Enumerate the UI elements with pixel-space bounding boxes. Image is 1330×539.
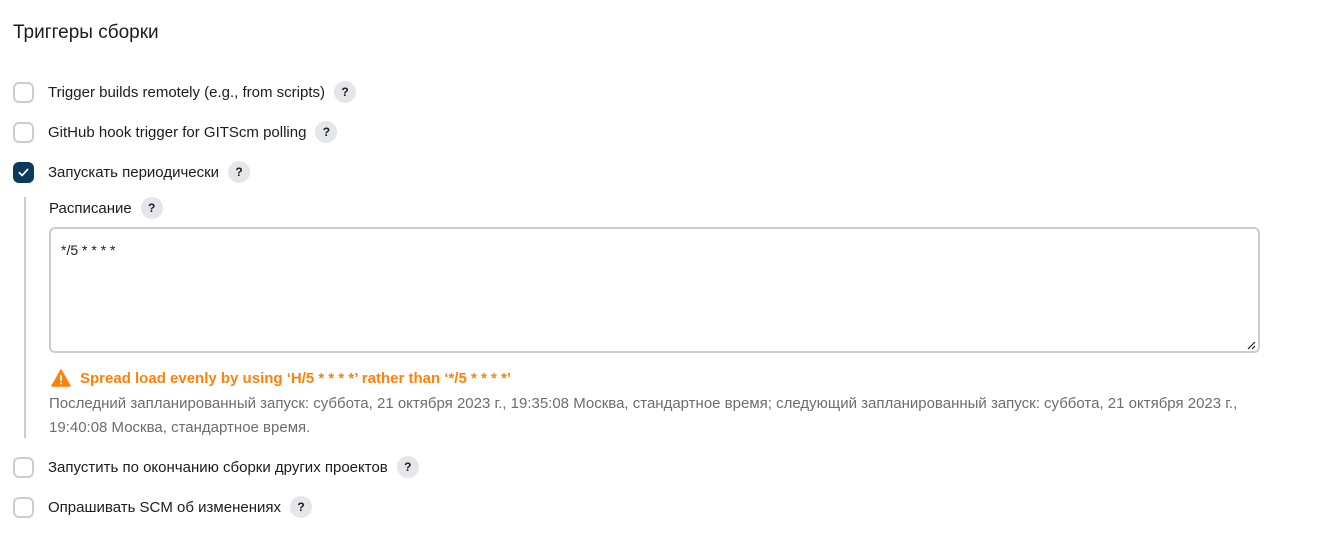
trigger-after-other-projects-label[interactable]: Запустить по окончанию сборки других про…	[48, 459, 388, 476]
help-icon[interactable]: ?	[289, 496, 312, 518]
schedule-info-text: Последний запланированный запуск: суббот…	[49, 395, 1238, 436]
help-icon[interactable]: ?	[396, 456, 419, 478]
trigger-poll-scm-row: Опрашивать SCM об изменениях ?	[13, 495, 312, 519]
trigger-after-other-projects-checkbox[interactable]	[13, 456, 34, 478]
section-title: Триггеры сборки	[13, 22, 159, 43]
help-icon[interactable]: ?	[334, 81, 357, 103]
trigger-github-hook-label[interactable]: GitHub hook trigger for GITScm polling	[48, 124, 306, 141]
help-icon[interactable]: ?	[140, 197, 163, 219]
trigger-poll-scm-label[interactable]: Опрашивать SCM об изменениях	[48, 499, 281, 516]
check-icon	[18, 168, 29, 176]
schedule-warning: Spread load evenly by using ‘H/5 * * * *…	[51, 369, 511, 387]
trigger-github-hook-checkbox[interactable]	[13, 121, 34, 143]
build-triggers-section: Триггеры сборки Trigger builds remotely …	[0, 0, 1330, 539]
schedule-input[interactable]	[49, 227, 1260, 353]
warning-triangle-icon	[51, 369, 71, 387]
schedule-field-label: Расписание ?	[49, 196, 163, 220]
help-icon[interactable]: ?	[315, 121, 338, 143]
trigger-github-hook-row: GitHub hook trigger for GITScm polling ?	[13, 120, 338, 144]
trigger-remote-label[interactable]: Trigger builds remotely (e.g., from scri…	[48, 84, 325, 101]
help-icon[interactable]: ?	[228, 161, 251, 183]
trigger-periodic-row: Запускать периодически ?	[13, 160, 251, 184]
trigger-periodic-checkbox[interactable]	[13, 161, 34, 183]
trigger-periodic-label[interactable]: Запускать периодически	[48, 164, 219, 181]
trigger-remote-row: Trigger builds remotely (e.g., from scri…	[13, 80, 357, 104]
trigger-remote-checkbox[interactable]	[13, 81, 34, 103]
trigger-poll-scm-checkbox[interactable]	[13, 496, 34, 518]
resize-handle-icon[interactable]	[1246, 340, 1256, 350]
warning-text: Spread load evenly by using ‘H/5 * * * *…	[80, 369, 511, 387]
trigger-after-other-projects-row: Запустить по окончанию сборки других про…	[13, 455, 419, 479]
nested-section-bar	[24, 197, 26, 438]
schedule-label: Расписание	[49, 199, 132, 217]
